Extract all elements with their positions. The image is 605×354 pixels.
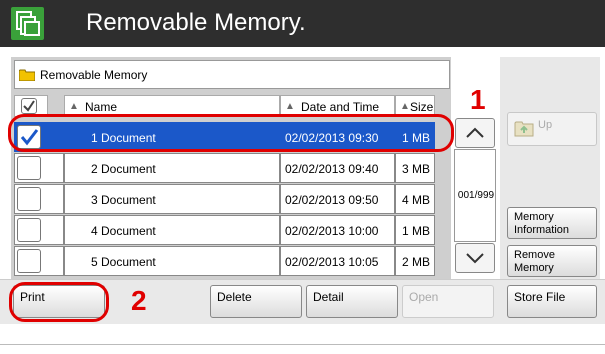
delete-button-label: Delete [217, 290, 252, 304]
name-cell: 5 Document [64, 246, 280, 276]
table-row[interactable]: 5 Document 02/02/2013 10:05 2 MB [14, 246, 454, 276]
chevron-up-icon [466, 127, 484, 138]
file-date: 02/02/2013 10:00 [285, 224, 379, 238]
removable-memory-app-icon [11, 7, 44, 40]
store-file-button-label: Store File [514, 290, 566, 304]
date-cell: 02/02/2013 09:40 [280, 153, 395, 183]
memory-information-label: Memory Information [514, 211, 570, 236]
size-cell: 1 MB [395, 215, 435, 245]
open-button[interactable]: Open [402, 285, 494, 318]
file-date: 02/02/2013 09:40 [285, 162, 379, 176]
file-size: 1 MB [402, 224, 431, 238]
row-checkbox[interactable] [17, 249, 41, 273]
breadcrumb: Removable Memory [14, 60, 450, 89]
file-size: 2 MB [402, 255, 431, 269]
annotation-marker-2: 2 [131, 285, 147, 316]
date-cell: 02/02/2013 10:00 [280, 215, 395, 245]
chevron-down-icon [466, 253, 484, 264]
table-row[interactable]: 3 Document 02/02/2013 09:50 4 MB [14, 184, 454, 214]
scroll-up-button[interactable] [455, 118, 495, 148]
page-counter: 001/999 [457, 190, 495, 201]
column-header-size-label: Size [410, 100, 434, 114]
up-button-label: Up [538, 119, 553, 131]
column-header-name-label: Name [85, 100, 118, 114]
checkbox-cell[interactable] [14, 246, 64, 276]
file-size: 3 MB [402, 162, 431, 176]
detail-button[interactable]: Detail [306, 285, 398, 318]
file-name: 4 Document [91, 224, 156, 238]
row-checkbox[interactable] [17, 187, 41, 211]
annotation-marker-1: 1 [470, 84, 486, 115]
annotation-highlight-print [9, 282, 109, 322]
delete-button[interactable]: Delete [210, 285, 302, 318]
name-cell: 2 Document [64, 153, 280, 183]
file-name: 5 Document [91, 255, 156, 269]
folder-up-icon [514, 121, 534, 137]
sort-icon: ▲ [285, 101, 295, 112]
row-checkbox[interactable] [17, 156, 41, 180]
name-cell: 4 Document [64, 215, 280, 245]
size-cell: 2 MB [395, 246, 435, 276]
size-cell: 4 MB [395, 184, 435, 214]
file-name: 3 Document [91, 193, 156, 207]
folder-icon [19, 69, 35, 81]
remove-memory-label: Remove Memory [514, 249, 555, 274]
checkbox-cell[interactable] [14, 153, 64, 183]
detail-button-label: Detail [313, 290, 344, 304]
page-title: Removable Memory. [86, 9, 306, 36]
scroll-down-button[interactable] [455, 243, 495, 273]
annotation-highlight-row [8, 114, 454, 152]
store-file-button[interactable]: Store File [507, 285, 597, 318]
title-bar: Removable Memory. [0, 0, 605, 47]
file-size: 4 MB [402, 193, 431, 207]
open-button-label: Open [409, 290, 439, 304]
checkbox-cell[interactable] [14, 184, 64, 214]
memory-information-button[interactable]: Memory Information [507, 207, 597, 239]
size-cell: 3 MB [395, 153, 435, 183]
sort-icon: ▲ [400, 101, 410, 112]
date-cell: 02/02/2013 09:50 [280, 184, 395, 214]
sort-icon: ▲ [69, 101, 79, 112]
file-date: 02/02/2013 10:05 [285, 255, 379, 269]
scroll-track[interactable]: 001/999 [454, 149, 496, 242]
breadcrumb-label: Removable Memory [40, 68, 148, 82]
column-header-date-label: Date and Time [301, 100, 380, 114]
table-row[interactable]: 2 Document 02/02/2013 09:40 3 MB [14, 153, 454, 183]
table-row[interactable]: 4 Document 02/02/2013 10:00 1 MB [14, 215, 454, 245]
select-all-checkbox[interactable] [21, 98, 37, 114]
date-cell: 02/02/2013 10:05 [280, 246, 395, 276]
file-name: 2 Document [91, 162, 156, 176]
remove-memory-button[interactable]: Remove Memory [507, 245, 597, 277]
file-date: 02/02/2013 09:50 [285, 193, 379, 207]
checkbox-cell[interactable] [14, 215, 64, 245]
row-checkbox[interactable] [17, 218, 41, 242]
name-cell: 3 Document [64, 184, 280, 214]
up-button[interactable]: Up [507, 112, 597, 146]
divider [0, 344, 605, 345]
